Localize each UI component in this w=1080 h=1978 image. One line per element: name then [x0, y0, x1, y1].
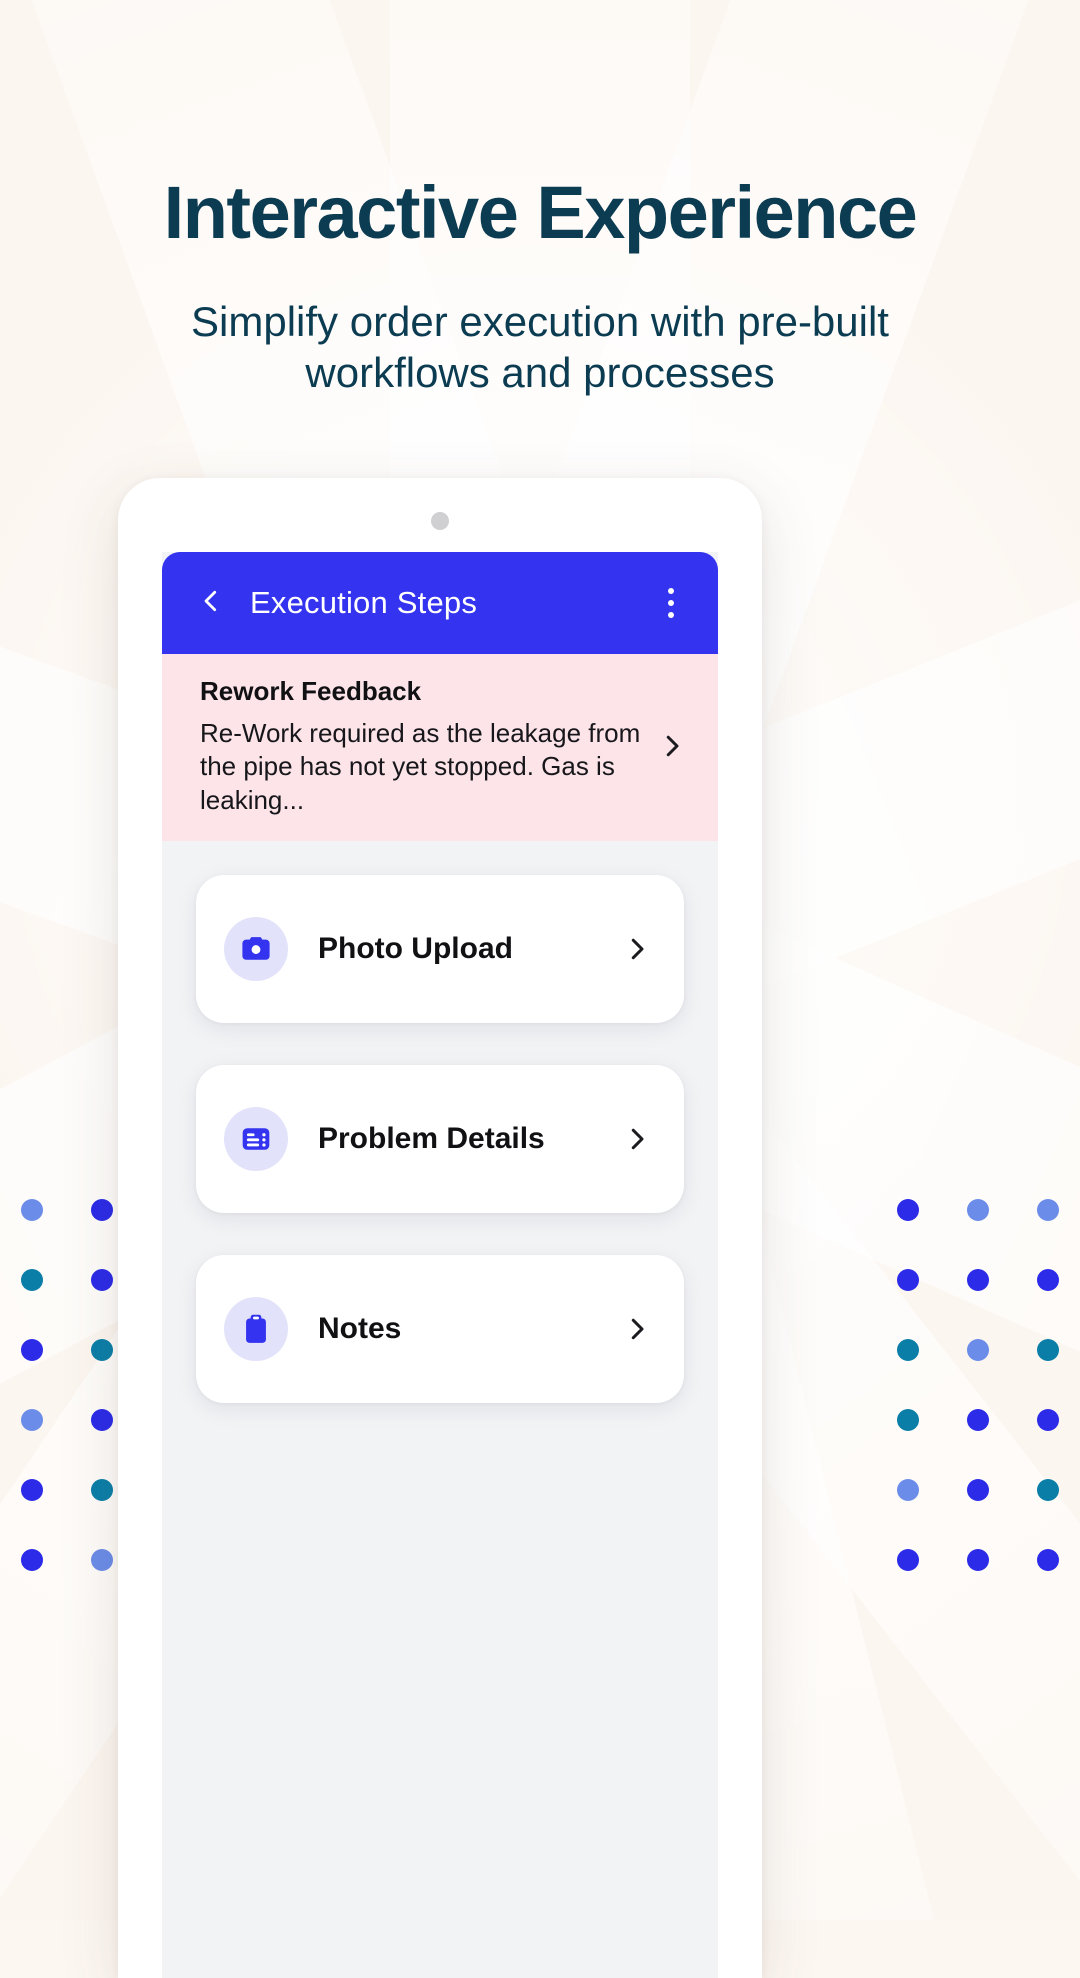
- decorative-dot: [91, 1409, 113, 1431]
- decorative-dot: [1037, 1269, 1059, 1291]
- kebab-menu-icon[interactable]: [654, 582, 688, 624]
- decorative-dot: [91, 1479, 113, 1501]
- rework-feedback-banner[interactable]: Rework Feedback Re-Work required as the …: [162, 654, 718, 841]
- step-card[interactable]: Photo Upload: [196, 874, 684, 1023]
- decorative-dot: [1037, 1339, 1059, 1361]
- clipboard-icon: [224, 1296, 288, 1361]
- decorative-dot: [91, 1269, 113, 1291]
- decorative-dot: [21, 1199, 43, 1221]
- decorative-dot: [21, 1339, 43, 1361]
- page-subtitle: Simplify order execution with pre-built …: [191, 298, 889, 397]
- feedback-texts: Rework Feedback Re-Work required as the …: [200, 676, 642, 817]
- phone-screen: Execution Steps Rework Feedback Re-Work …: [162, 552, 718, 1978]
- decorative-dot: [1037, 1549, 1059, 1571]
- list-details-icon: [224, 1106, 288, 1171]
- chevron-right-icon[interactable]: [620, 1314, 654, 1344]
- decorative-dot: [21, 1269, 43, 1291]
- decorative-dot: [1037, 1479, 1059, 1501]
- decorative-dot: [897, 1549, 919, 1571]
- back-button[interactable]: [188, 580, 234, 626]
- decorative-dot: [21, 1409, 43, 1431]
- decorative-dot: [1037, 1409, 1059, 1431]
- page-title: Interactive Experience: [163, 171, 918, 254]
- decorative-dot: [897, 1339, 919, 1361]
- step-card[interactable]: Problem Details: [196, 1064, 684, 1213]
- decorative-dot: [967, 1409, 989, 1431]
- decorative-dot: [91, 1199, 113, 1221]
- feedback-title: Rework Feedback: [200, 676, 422, 706]
- camera-icon: [224, 916, 288, 981]
- chevron-right-icon[interactable]: [620, 934, 654, 964]
- decorative-dot: [967, 1199, 989, 1221]
- feedback-body: Re-Work required as the leakage from the…: [200, 718, 641, 815]
- chevron-right-icon[interactable]: [620, 1124, 654, 1154]
- step-label: Problem Details: [318, 1121, 545, 1155]
- decorative-dot: [21, 1479, 43, 1501]
- decorative-dot: [91, 1549, 113, 1571]
- chevron-left-icon: [196, 586, 226, 621]
- decorative-dot: [897, 1409, 919, 1431]
- decorative-dot: [21, 1549, 43, 1571]
- chevron-right-icon[interactable]: [652, 731, 692, 761]
- step-label: Notes: [318, 1311, 402, 1345]
- decorative-dot: [967, 1479, 989, 1501]
- dot-grid-right: [890, 1192, 1066, 1578]
- app-bar-title: Execution Steps: [250, 585, 478, 620]
- app-bar: Execution Steps: [162, 552, 718, 654]
- step-card[interactable]: Notes: [196, 1254, 684, 1403]
- decorative-dot: [967, 1339, 989, 1361]
- front-camera-dot: [431, 512, 449, 530]
- hero-section: Interactive Experience Simplify order ex…: [0, 0, 1080, 398]
- execution-steps-list: Photo Upload Problem Details Notes: [162, 841, 718, 1403]
- decorative-dot: [967, 1269, 989, 1291]
- step-label: Photo Upload: [318, 931, 513, 965]
- decorative-dot: [897, 1269, 919, 1291]
- decorative-dot: [1037, 1199, 1059, 1221]
- decorative-dot: [91, 1339, 113, 1361]
- decorative-dot: [967, 1549, 989, 1571]
- decorative-dot: [897, 1199, 919, 1221]
- phone-mockup: Execution Steps Rework Feedback Re-Work …: [118, 478, 762, 1978]
- decorative-dot: [897, 1479, 919, 1501]
